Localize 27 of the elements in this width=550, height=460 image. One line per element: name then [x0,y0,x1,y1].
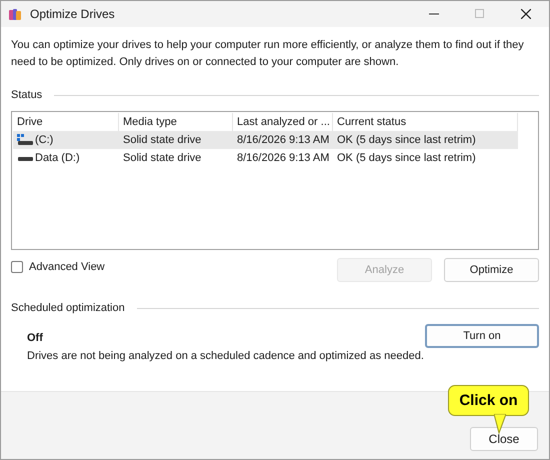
description-text: You can optimize your drives to help your computer run more efficiently, or analyze them to find out if they need to be optimized. Only drives on or connected to your computer are shown. [11,38,525,70]
callout: Click on [448,385,529,416]
schedule-state: Off [27,332,44,344]
schedule-description: Drives are not being analyzed on a scheduled cadence and optimized as needed. [27,350,425,362]
table-cell: Solid state drive [123,152,202,164]
window-title: Optimize Drives [30,7,116,21]
drive-icon [17,134,33,146]
table-cell: OK (5 days since last retrim) [337,134,476,146]
callout-pointer [494,414,506,434]
table-cell: Solid state drive [123,134,202,146]
action-button[interactable]: Optimize [444,258,539,282]
table-cell: OK (5 days since last retrim) [337,152,476,164]
table-cell: Data (D:) [35,152,80,164]
checkbox[interactable] [11,261,23,273]
turn-on-button[interactable]: Turn on [425,324,539,348]
table-cell: 8/16/2026 9:13 AM [237,152,330,164]
close-icon [521,9,531,19]
close-dialog-button[interactable]: Close [470,427,538,451]
app-icon [8,7,22,21]
section-label: Status [11,89,42,101]
drive-row[interactable]: Data (D:) Solid state drive 8/16/2026 9:13 AM OK (5 days since last retrim) [13,149,518,167]
checkbox-label: Advanced View [29,261,105,273]
table-cell: (C:) [35,134,54,146]
table-cell: 8/16/2026 9:13 AM [237,134,330,146]
section-label: Scheduled optimization [11,302,125,314]
drive-row[interactable]: (C:) Solid state drive 8/16/2026 9:13 AM OK (5 days since last retrim) [13,131,518,149]
maximize-icon [475,9,485,19]
